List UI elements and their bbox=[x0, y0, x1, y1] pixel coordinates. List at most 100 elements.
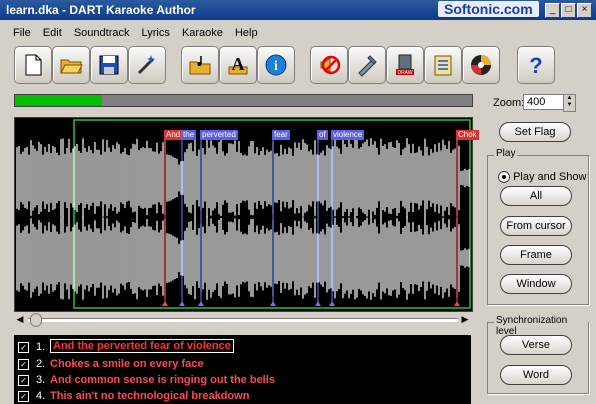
flag-label[interactable]: And bbox=[164, 130, 183, 140]
line-checkbox[interactable]: ✓ bbox=[18, 375, 29, 386]
flag-label[interactable]: perverted bbox=[200, 130, 238, 140]
brand-label: Softonic.com bbox=[438, 1, 539, 17]
menu-file[interactable]: File bbox=[13, 27, 31, 39]
edit-tool-icon bbox=[358, 55, 377, 77]
line-checkbox[interactable]: ✓ bbox=[18, 359, 29, 370]
line-checkbox[interactable]: ✓ bbox=[18, 391, 29, 402]
flag-marker[interactable] bbox=[198, 301, 204, 306]
svg-text:DRAW: DRAW bbox=[397, 70, 412, 76]
radio-selected-icon bbox=[498, 171, 510, 184]
draw-icon: DRAW bbox=[396, 54, 414, 76]
line-number: 4. bbox=[36, 390, 46, 402]
svg-text:A: A bbox=[232, 54, 245, 74]
flag-marker[interactable] bbox=[315, 301, 321, 306]
flag-marker[interactable] bbox=[162, 301, 168, 306]
list-item[interactable]: ✓ 1. And the perverted fear of violence bbox=[14, 339, 471, 355]
waveform-graph bbox=[16, 138, 470, 300]
svg-text:i: i bbox=[274, 59, 278, 74]
lyric-line[interactable]: This ain't no technological breakdown bbox=[50, 390, 249, 402]
flag-marker[interactable] bbox=[270, 301, 276, 306]
wizard-button[interactable] bbox=[128, 46, 166, 84]
play-progress-bar bbox=[14, 94, 473, 107]
play-from-cursor-button[interactable]: From cursor bbox=[500, 216, 572, 236]
new-button[interactable] bbox=[14, 46, 52, 84]
list-item[interactable]: ✓ 4. This ain't no technological breakdo… bbox=[14, 388, 471, 404]
title-bar: learn.dka - DART Karaoke Author Softonic… bbox=[0, 0, 596, 20]
play-frame-button[interactable]: Frame bbox=[500, 245, 572, 265]
list-item[interactable]: ✓ 3. And common sense is ringing out the… bbox=[14, 372, 471, 388]
zoom-label: Zoom: bbox=[493, 97, 525, 109]
flag-label[interactable]: violence bbox=[331, 130, 365, 140]
sync-group: Synchronization level Verse Word bbox=[487, 315, 589, 394]
flag-marker[interactable] bbox=[454, 301, 460, 306]
svg-text:?: ? bbox=[529, 53, 542, 77]
no-sound-icon bbox=[320, 55, 341, 75]
maximize-button[interactable]: □ bbox=[561, 3, 576, 18]
menu-soundtrack[interactable]: Soundtrack bbox=[74, 27, 130, 39]
line-number: 3. bbox=[36, 374, 46, 386]
play-group-label: Play bbox=[494, 148, 518, 159]
scroll-thumb[interactable] bbox=[30, 313, 42, 327]
checklist-button[interactable] bbox=[424, 46, 462, 84]
play-all-button[interactable]: All bbox=[500, 186, 572, 206]
lyrics-font-icon: A bbox=[228, 54, 248, 75]
flag-label[interactable]: of bbox=[317, 130, 328, 140]
play-window-button[interactable]: Window bbox=[500, 274, 572, 294]
menu-bar: File Edit Soundtrack Lyrics Karaoke Help bbox=[0, 24, 596, 42]
scroll-right-arrow[interactable]: ▶ bbox=[459, 313, 471, 325]
sync-verse-button[interactable]: Verse bbox=[500, 335, 572, 355]
flag-label[interactable]: the bbox=[181, 130, 197, 140]
play-and-show-option[interactable]: Play and Show bbox=[498, 171, 587, 184]
audio-cd-icon bbox=[471, 55, 491, 75]
help-button[interactable]: ? bbox=[517, 46, 555, 84]
scroll-track[interactable] bbox=[28, 318, 458, 322]
lyric-line[interactable]: And common sense is ringing out the bell… bbox=[50, 374, 275, 386]
wizard-icon bbox=[137, 55, 155, 75]
menu-karaoke[interactable]: Karaoke bbox=[182, 27, 223, 39]
draw-button[interactable]: DRAW bbox=[386, 46, 424, 84]
info-icon: i bbox=[265, 54, 287, 76]
progress-fill bbox=[15, 95, 102, 106]
no-sound-button[interactable] bbox=[310, 46, 348, 84]
open-soundtrack-button[interactable] bbox=[181, 46, 219, 84]
menu-lyrics[interactable]: Lyrics bbox=[142, 27, 170, 39]
lyric-line[interactable]: And the perverted fear of violence bbox=[50, 339, 234, 353]
audio-cd-button[interactable] bbox=[462, 46, 500, 84]
lyric-line[interactable]: Chokes a smile on every face bbox=[50, 358, 203, 370]
line-number: 1. bbox=[36, 341, 46, 353]
flag-label[interactable]: Chok bbox=[456, 130, 479, 140]
line-checkbox[interactable]: ✓ bbox=[18, 342, 29, 353]
lyrics-list: ✓ 1. And the perverted fear of violence … bbox=[14, 335, 471, 404]
minimize-button[interactable]: _ bbox=[545, 3, 560, 18]
play-and-show-label: Play and Show bbox=[513, 171, 587, 183]
flag-marker[interactable] bbox=[329, 301, 335, 306]
flag-marker[interactable] bbox=[179, 301, 185, 306]
open-soundtrack-icon bbox=[189, 56, 211, 75]
menu-edit[interactable]: Edit bbox=[43, 27, 62, 39]
list-item[interactable]: ✓ 2. Chokes a smile on every face bbox=[14, 356, 471, 372]
menu-help[interactable]: Help bbox=[235, 27, 258, 39]
waveform-canvas[interactable] bbox=[15, 118, 472, 311]
lyrics-font-button[interactable]: A bbox=[219, 46, 257, 84]
line-number: 2. bbox=[36, 358, 46, 370]
scroll-left-arrow[interactable]: ◀ bbox=[14, 313, 26, 325]
open-button[interactable] bbox=[52, 46, 90, 84]
sync-word-button[interactable]: Word bbox=[500, 365, 572, 385]
info-button[interactable]: i bbox=[257, 46, 295, 84]
checklist-icon bbox=[434, 55, 452, 76]
waveform-scrollbar[interactable]: ◀ ▶ bbox=[14, 313, 471, 327]
close-button[interactable]: × bbox=[577, 3, 592, 18]
set-flag-button[interactable]: Set Flag bbox=[499, 122, 571, 142]
sync-group-label: Synchronization level bbox=[494, 315, 588, 337]
edit-tool-button[interactable] bbox=[348, 46, 386, 84]
open-icon bbox=[60, 59, 83, 74]
save-button[interactable] bbox=[90, 46, 128, 84]
play-group: Play Play and Show All From cursor Frame… bbox=[487, 148, 589, 305]
zoom-spinner[interactable]: ▲ ▼ bbox=[563, 94, 576, 112]
waveform-view[interactable] bbox=[14, 117, 473, 312]
flag-label[interactable]: fear bbox=[272, 130, 290, 140]
new-icon bbox=[25, 54, 42, 76]
save-icon bbox=[99, 55, 119, 75]
help-icon: ? bbox=[529, 53, 542, 77]
toolbar: A i DRAW ? bbox=[0, 46, 596, 88]
